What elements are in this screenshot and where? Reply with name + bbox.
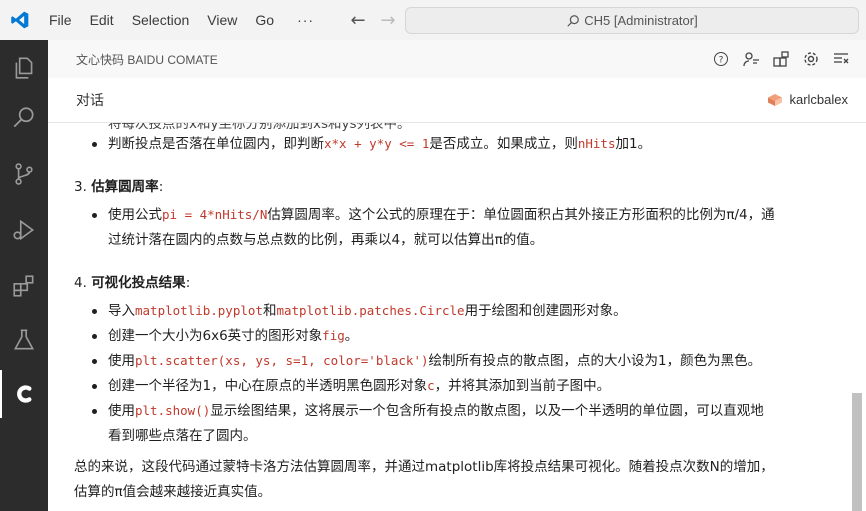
extensions-icon[interactable]: [0, 262, 48, 310]
list-item: 创建一个半径为1，中心在原点的半透明黑色圆形对象c，并将其添加到当前子图中。: [108, 378, 611, 394]
layout-icon[interactable]: [770, 48, 792, 70]
forward-arrow-icon[interactable]: →: [373, 10, 403, 31]
section-heading-3: 3. 估算圆周率:: [74, 179, 164, 195]
command-center-text: CH5 [Administrator]: [584, 13, 698, 28]
comate-icon[interactable]: [0, 370, 48, 418]
bullet: [92, 384, 97, 389]
command-center-search[interactable]: CH5 [Administrator]: [405, 7, 859, 34]
bullet: [92, 309, 97, 314]
menu-more[interactable]: ···: [283, 12, 323, 28]
bullet: [92, 213, 97, 218]
user-account[interactable]: karlcbalex: [767, 92, 848, 107]
back-arrow-icon[interactable]: ←: [343, 10, 373, 31]
source-control-icon[interactable]: [0, 150, 48, 198]
menu-file[interactable]: File: [40, 12, 81, 28]
bullet: [92, 142, 97, 147]
chat-subheader: 对话 karlcbalex: [48, 78, 866, 123]
list-item: 使用plt.scatter(xs, ys, s=1, color='black'…: [108, 353, 762, 369]
summary-line-2: 估算的π值会越来越接近真实值。: [74, 484, 272, 500]
panel-menu-icon[interactable]: [830, 48, 852, 70]
list-item: 导入matplotlib.pyplot和matplotlib.patches.C…: [108, 303, 627, 319]
menu-edit[interactable]: Edit: [81, 12, 123, 28]
list-item: 使用plt.show()显示绘图结果，这将展示一个包含所有投点的散点图，以及一个…: [108, 403, 764, 419]
user-chat-icon[interactable]: [740, 48, 762, 70]
bullet: [92, 334, 97, 339]
activity-bar: [0, 40, 48, 511]
menu-go[interactable]: Go: [246, 12, 283, 28]
menu-bar: File Edit Selection View Go ···: [40, 12, 323, 28]
bullet: [92, 359, 97, 364]
list-item-continued: 过统计落在圆内的点数与总点数的比例，再乘以4，就可以估算出π的值。: [108, 232, 544, 248]
list-item: 创建一个大小为6x6英寸的图形对象fig。: [108, 328, 359, 344]
user-avatar-icon: [768, 93, 783, 106]
help-icon[interactable]: ?: [710, 48, 732, 70]
panel-title: 文心快码 BAIDU COMATE: [76, 52, 218, 67]
search-icon: [567, 14, 580, 27]
partial-top-line: 将每次投点的x和y坐标分别添加到xs和ys列表中。: [108, 123, 411, 132]
menu-view[interactable]: View: [198, 12, 246, 28]
explorer-icon[interactable]: [0, 44, 48, 92]
panel-header: 文心快码 BAIDU COMATE ?: [48, 40, 866, 78]
chat-tab-title: 对话: [76, 93, 104, 109]
title-bar: File Edit Selection View Go ··· ← → CH5 …: [0, 0, 866, 40]
user-name: karlcbalex: [789, 92, 848, 107]
section-heading-4: 4. 可视化投点结果:: [74, 275, 191, 291]
vscode-logo-icon: [0, 0, 40, 40]
summary-line-1: 总的来说，这段代码通过蒙特卡洛方法估算圆周率，并通过matplotlib库将投点…: [74, 459, 774, 475]
testing-flask-icon[interactable]: [0, 316, 48, 364]
list-item: 判断投点是否落在单位圆内，即判断x*x + y*y <= 1是否成立。如果成立，…: [108, 136, 652, 152]
menu-selection[interactable]: Selection: [123, 12, 199, 28]
search-icon[interactable]: [0, 94, 48, 142]
bullet: [92, 409, 97, 414]
svg-text:?: ?: [719, 56, 724, 66]
settings-gear-icon[interactable]: [800, 48, 822, 70]
list-item-continued: 看到哪些点落在了圆内。: [108, 428, 257, 444]
list-item: 使用公式pi = 4*nHits/N估算圆周率。这个公式的原理在于：单位圆面积占…: [108, 207, 775, 223]
run-debug-icon[interactable]: [0, 206, 48, 254]
scrollbar-thumb[interactable]: [852, 393, 862, 511]
chat-content: 将每次投点的x和y坐标分别添加到xs和ys列表中。 判断投点是否落在单位圆内，即…: [48, 123, 848, 511]
